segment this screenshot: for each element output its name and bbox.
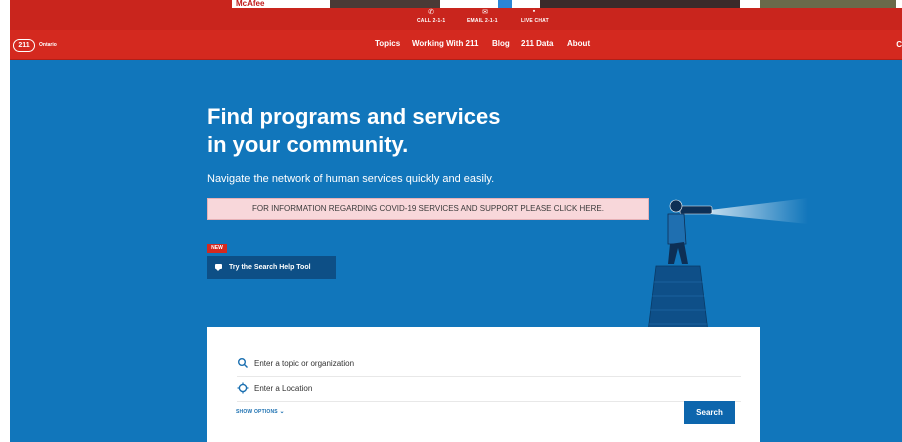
topic-search-input[interactable] [254, 355, 714, 371]
show-options-label: SHOW OPTIONS [236, 409, 278, 415]
hero-title-line-1: Find programs and services [207, 104, 501, 129]
hero-subtitle: Navigate the network of human services q… [207, 173, 495, 185]
hero-section: Find programs and services in your commu… [10, 60, 902, 442]
logo-region: Ontario [39, 42, 57, 48]
crosshair-location-icon[interactable] [237, 382, 249, 394]
location-search-row [237, 377, 741, 402]
overlay-image-2 [498, 0, 512, 8]
utility-bar: ✆ CALL 2-1-1 ✉ EMAIL 2-1-1 ▪ LIVE CHAT [10, 8, 902, 30]
telescope-person-illustration [647, 198, 808, 332]
search-help-tool-label: Try the Search Help Tool [229, 264, 311, 271]
search-button[interactable]: Search [684, 401, 735, 424]
overlay-red-bar [10, 0, 232, 8]
live-chat-link[interactable]: LIVE CHAT [521, 18, 549, 24]
hero-title: Find programs and services in your commu… [207, 103, 527, 159]
mail-icon[interactable]: ✉ [480, 8, 490, 16]
nav-working-with-211[interactable]: Working With 211 [412, 39, 478, 48]
new-badge: NEW [207, 244, 227, 253]
nav-211-data[interactable]: 211 Data [521, 39, 553, 48]
light-beam [710, 198, 808, 224]
show-options-toggle[interactable]: SHOW OPTIONS ⌄ [236, 408, 285, 415]
nav-blog[interactable]: Blog [492, 39, 510, 48]
nav-cut-off-item[interactable]: C [896, 40, 902, 49]
person-body [667, 213, 687, 245]
nav-topics[interactable]: Topics [375, 39, 400, 48]
pedestal [647, 265, 709, 332]
call-211-link[interactable]: CALL 2-1-1 [417, 18, 445, 24]
search-card: SHOW OPTIONS ⌄ Search [207, 327, 760, 442]
mcafee-ad-label: McAfee [234, 0, 272, 8]
chat-icon[interactable]: ▪ [529, 8, 539, 16]
nav-about[interactable]: About [567, 39, 590, 48]
hero-title-line-2: in your community. [207, 132, 409, 157]
overlay-image-4 [760, 0, 896, 8]
phone-icon[interactable]: ✆ [426, 8, 436, 16]
person-head [669, 199, 683, 213]
main-nav: 211 Ontario Topics Working With 211 Blog… [10, 30, 902, 60]
chat-bubble-icon [215, 264, 222, 271]
email-211-link[interactable]: EMAIL 2-1-1 [467, 18, 498, 24]
location-input[interactable] [254, 380, 714, 396]
chevron-down-icon: ⌄ [279, 409, 285, 415]
search-icon [238, 358, 248, 368]
overlay-image-1 [330, 0, 440, 8]
browser-overlay-strip: McAfee [0, 0, 902, 8]
overlay-image-3 [540, 0, 740, 8]
covid-notice-link[interactable]: FOR INFORMATION REGARDING COVID-19 SERVI… [207, 198, 649, 220]
search-help-tool-button[interactable]: Try the Search Help Tool [207, 256, 336, 279]
telescope-icon [679, 205, 713, 215]
site-logo[interactable]: 211 [13, 39, 35, 52]
topic-search-row [237, 352, 741, 377]
person-legs [668, 242, 688, 264]
